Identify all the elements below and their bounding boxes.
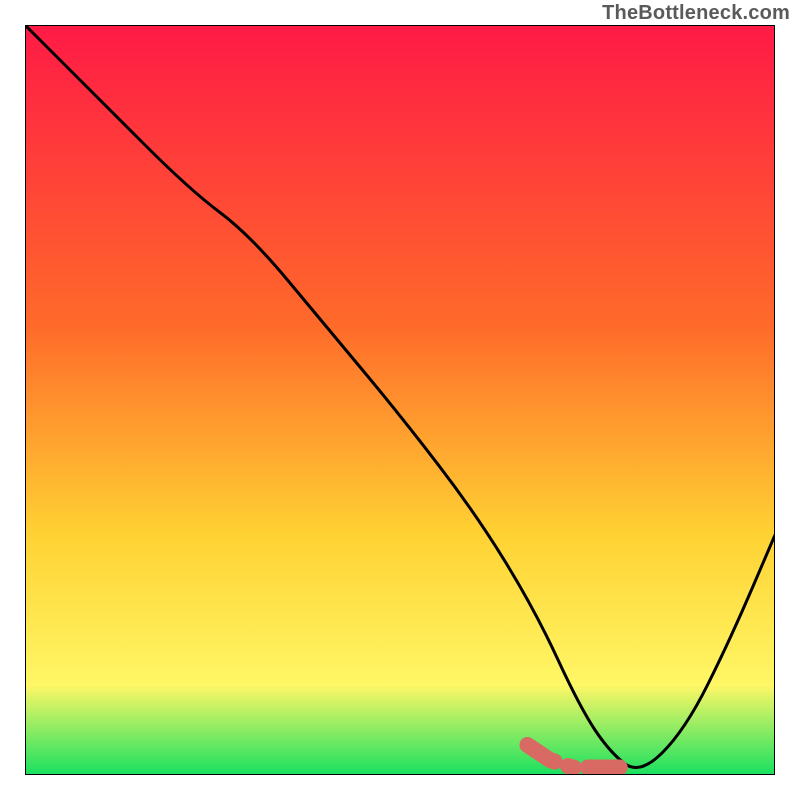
bottleneck-plot [25,25,775,775]
watermark-text: TheBottleneck.com [602,2,790,25]
chart-container: TheBottleneck.com [0,0,800,800]
